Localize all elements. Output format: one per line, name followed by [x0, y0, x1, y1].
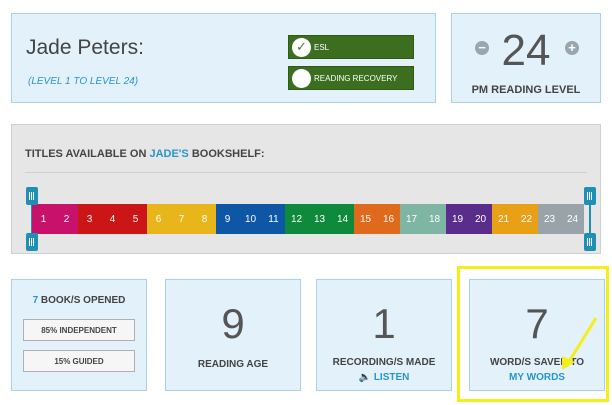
level-cell-8[interactable]: 8: [193, 204, 216, 234]
level-cell-11[interactable]: 11: [262, 204, 285, 234]
divider: [25, 172, 587, 173]
check-icon: ✓: [292, 37, 311, 57]
books-opened-heading: 7 BOOK/S OPENED: [32, 295, 126, 306]
min-level-handle-top[interactable]: [26, 187, 38, 205]
level-cell-9[interactable]: 9: [216, 204, 239, 234]
level-cell-24[interactable]: 24: [561, 204, 584, 234]
books-opened-card: 7 BOOK/S OPENED 85% INDEPENDENT 15% GUID…: [11, 279, 147, 391]
level-cell-17[interactable]: 17: [400, 204, 423, 234]
level-cell-13[interactable]: 13: [308, 204, 331, 234]
recordings-label: RECORDING/S MADE: [332, 357, 436, 368]
student-name: Jade Peters:: [26, 36, 144, 59]
reading-age-label: READING AGE: [197, 359, 269, 370]
min-level-handle-bottom[interactable]: [26, 233, 38, 251]
reading-age-value: 9: [221, 300, 245, 347]
independent-badge: 85% INDEPENDENT: [23, 319, 135, 341]
level-cell-22[interactable]: 22: [515, 204, 538, 234]
reading-recovery-toggle[interactable]: READING RECOVERY: [288, 66, 414, 90]
level-bar: 1 2 3 4 5 6 7 8 9 10 11 12 13 14 15 16 17 18 19 20 21 22 23 24: [32, 204, 584, 234]
level-cell-21[interactable]: 21: [492, 204, 515, 234]
max-level-handle-bottom[interactable]: [584, 233, 596, 251]
bookshelf-title: TITLES AVAILABLE ON JADE'S BOOKSHELF:: [25, 148, 265, 160]
esl-toggle[interactable]: ✓ ESL: [288, 35, 414, 59]
level-cell-18[interactable]: 18: [423, 204, 446, 234]
level-cell-12[interactable]: 12: [285, 204, 308, 234]
max-level-handle-top[interactable]: [584, 187, 596, 205]
level-cell-16[interactable]: 16: [377, 204, 400, 234]
recordings-value: 1: [372, 300, 396, 347]
level-cell-19[interactable]: 19: [446, 204, 469, 234]
bookshelf-panel: TITLES AVAILABLE ON JADE'S BOOKSHELF: 12…: [11, 124, 601, 254]
level-cell-3[interactable]: 3: [78, 204, 101, 234]
level-cell-4[interactable]: 4: [101, 204, 124, 234]
level-cell-7[interactable]: 7: [170, 204, 193, 234]
level-cell-10[interactable]: 10: [239, 204, 262, 234]
listen-link[interactable]: 🔈 LISTEN: [317, 372, 451, 383]
level-cell-15[interactable]: 15: [354, 204, 377, 234]
esl-label: ESL: [314, 42, 330, 52]
highlight-box: [457, 266, 609, 402]
level-cell-20[interactable]: 20: [469, 204, 492, 234]
level-cell-5[interactable]: 5: [124, 204, 147, 234]
reading-recovery-label: READING RECOVERY: [314, 73, 398, 83]
pm-level-label: PM READING LEVEL: [471, 84, 581, 96]
level-cell-23[interactable]: 23: [538, 204, 561, 234]
level-range: (LEVEL 1 TO LEVEL 24): [28, 76, 139, 87]
recordings-card: 1 RECORDING/S MADE 🔈 LISTEN: [316, 279, 452, 391]
increase-level-button[interactable]: +: [565, 41, 579, 55]
level-cell-14[interactable]: 14: [331, 204, 354, 234]
level-cell-1[interactable]: 1: [32, 204, 55, 234]
guided-badge: 15% GUIDED: [23, 350, 135, 372]
student-card: Jade Peters: (LEVEL 1 TO LEVEL 24) ✓ ESL…: [11, 13, 436, 103]
reading-age-card: 9 READING AGE: [165, 279, 301, 391]
speaker-icon: 🔈: [358, 372, 372, 383]
level-cell-6[interactable]: 6: [147, 204, 170, 234]
level-cell-2[interactable]: 2: [55, 204, 78, 234]
pm-level-card: − 24 + PM READING LEVEL: [451, 13, 601, 103]
unchecked-circle-icon: [292, 68, 311, 88]
